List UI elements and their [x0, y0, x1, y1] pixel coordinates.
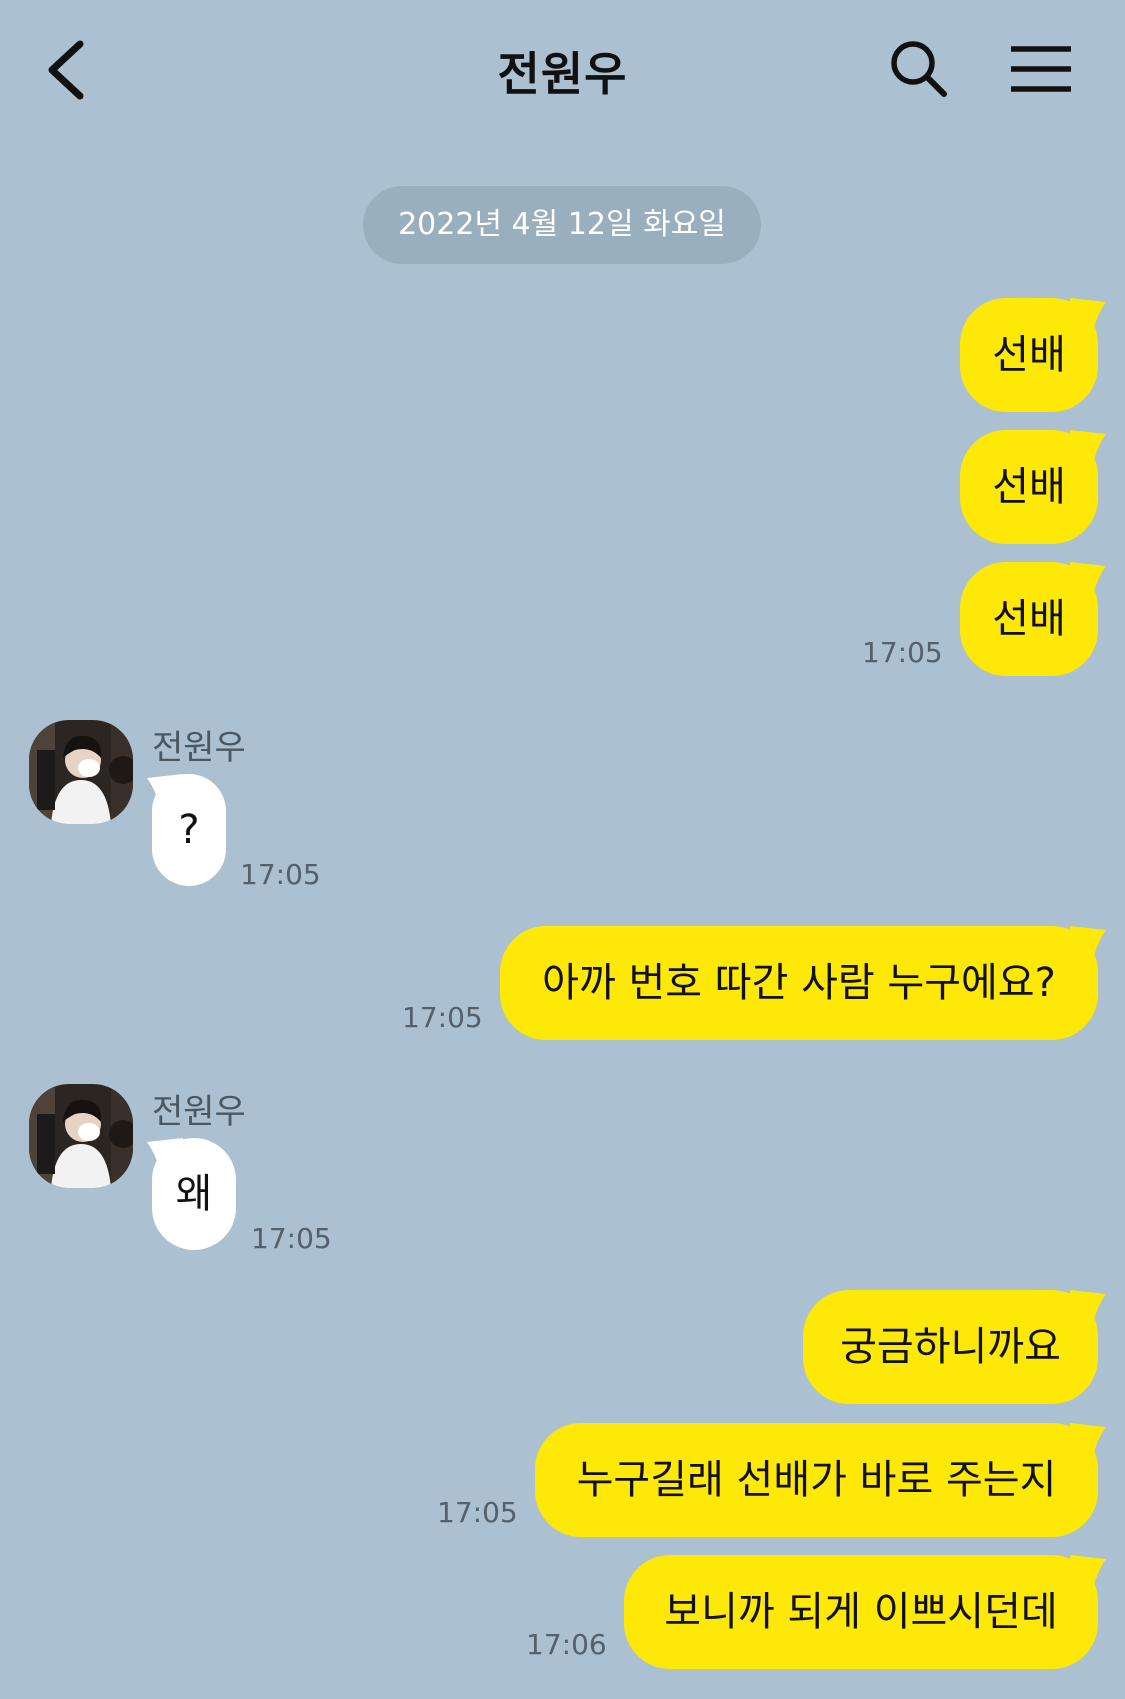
- message-text: 아까 번호 따간 사람 누구에요?: [542, 960, 1056, 1006]
- my-message-bubble[interactable]: 보니까 되게 이쁘시던데: [624, 1555, 1098, 1669]
- avatar[interactable]: [29, 1084, 133, 1188]
- bubble-tail: [1070, 1290, 1106, 1328]
- message-text: 누구길래 선배가 바로 주는지: [576, 1457, 1057, 1503]
- chat-title: 전원우: [497, 47, 628, 101]
- message-time: 17:06: [526, 1628, 607, 1661]
- bubble-tail: [1070, 926, 1106, 964]
- sender-name: 전원우: [152, 1092, 246, 1132]
- menu-icon[interactable]: [1008, 44, 1074, 94]
- my-message-bubble[interactable]: 누구길래 선배가 바로 주는지: [535, 1423, 1098, 1537]
- bubble-tail: [1070, 1423, 1106, 1461]
- message-text: 보니까 되게 이쁘시던데: [664, 1589, 1058, 1635]
- avatar[interactable]: [29, 720, 133, 824]
- message-text: 궁금하니까요: [840, 1324, 1061, 1370]
- message-time: 17:05: [437, 1496, 518, 1529]
- search-icon[interactable]: [888, 38, 950, 100]
- their-message-bubble[interactable]: 왜: [152, 1138, 236, 1250]
- bubble-tail: [1070, 1555, 1106, 1593]
- sender-name: 전원우: [152, 728, 246, 768]
- message-time: 17:05: [402, 1001, 483, 1034]
- my-message-bubble[interactable]: 궁금하니까요: [803, 1290, 1098, 1404]
- date-divider: 2022년 4월 12일 화요일: [363, 186, 761, 264]
- message-text: 선배: [992, 464, 1066, 510]
- message-text: 왜: [175, 1171, 213, 1217]
- message-text: 선배: [992, 596, 1066, 642]
- message-time: 17:05: [862, 636, 943, 669]
- bubble-tail: [1070, 298, 1106, 336]
- message-text: ?: [178, 807, 200, 853]
- message-text: 선배: [992, 332, 1066, 378]
- my-message-bubble[interactable]: 아까 번호 따간 사람 누구에요?: [500, 926, 1098, 1040]
- their-message-bubble[interactable]: ?: [152, 774, 226, 886]
- bubble-tail: [1070, 430, 1106, 468]
- chat-header: 전원우: [0, 0, 1125, 140]
- message-time: 17:05: [251, 1222, 332, 1255]
- bubble-tail: [1070, 562, 1106, 600]
- message-time: 17:05: [240, 858, 321, 891]
